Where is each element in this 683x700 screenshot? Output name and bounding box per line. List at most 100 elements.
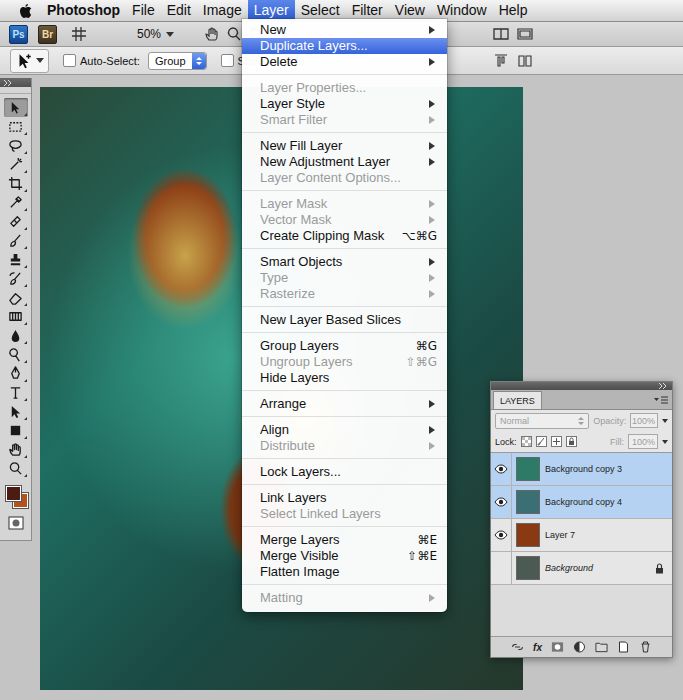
menu-item[interactable]: Merge Layers⌘E [242, 532, 447, 548]
menu-bar-item[interactable]: Layer [248, 0, 295, 21]
view-extras-icon[interactable] [71, 26, 87, 42]
menu-item[interactable]: New [242, 22, 447, 38]
path-select-tool[interactable] [4, 402, 28, 421]
menu-bar-item[interactable]: Photoshop [41, 0, 126, 21]
menu-item[interactable]: New Adjustment Layer [242, 154, 447, 170]
auto-select-target-dropdown[interactable]: Group [148, 52, 207, 70]
link-layers-icon[interactable] [511, 641, 524, 653]
layer-row[interactable]: Layer 7 [491, 519, 672, 552]
type-tool[interactable] [4, 383, 28, 402]
menu-item[interactable]: Delete [242, 54, 447, 70]
marquee-tool[interactable] [4, 117, 28, 136]
new-group-icon[interactable] [595, 641, 608, 653]
menu-item[interactable]: Layer Style [242, 96, 447, 112]
new-layer-icon[interactable] [617, 641, 630, 653]
menu-bar-item[interactable]: Select [295, 0, 346, 21]
lock-transparency-icon[interactable] [521, 436, 532, 447]
menu-item[interactable]: Smart Objects [242, 254, 447, 270]
visibility-toggle[interactable] [491, 552, 512, 584]
menu-item[interactable]: Arrange [242, 396, 447, 412]
menu-item[interactable]: Hide Layers [242, 370, 447, 386]
dodge-tool[interactable] [4, 345, 28, 364]
lock-position-icon[interactable] [551, 436, 562, 447]
visibility-toggle[interactable] [491, 453, 512, 485]
tools-panel-header[interactable] [0, 78, 31, 87]
gradient-tool[interactable] [4, 307, 28, 326]
add-mask-icon[interactable] [551, 641, 564, 653]
hand-tool[interactable] [4, 440, 28, 459]
panel-menu-icon[interactable] [654, 395, 668, 405]
menu-item[interactable]: Flatten Image [242, 564, 447, 580]
photoshop-logo[interactable]: Ps [9, 25, 28, 44]
adjustment-layer-icon[interactable] [573, 641, 586, 653]
lock-pixels-icon[interactable] [536, 436, 547, 447]
menu-item[interactable]: New Fill Layer [242, 138, 447, 154]
visibility-toggle[interactable] [491, 519, 512, 551]
trash-icon[interactable] [639, 641, 652, 653]
zoom-tool[interactable] [4, 459, 28, 478]
blend-mode-dropdown[interactable]: Normal [495, 413, 589, 429]
menu-item[interactable]: Group Layers⌘G [242, 338, 447, 354]
arrange-documents-icon[interactable] [493, 26, 509, 42]
quick-mask-button[interactable] [8, 516, 24, 534]
stamp-tool[interactable] [4, 250, 28, 269]
menu-item[interactable]: Merge Visible⇧⌘E [242, 548, 447, 564]
menu-item[interactable]: Lock Layers... [242, 464, 447, 480]
fill-field[interactable]: 100% [628, 434, 658, 449]
layer-row[interactable]: Background [491, 552, 672, 585]
opacity-field[interactable]: 100% [630, 413, 658, 428]
panel-title-bar[interactable] [491, 382, 672, 390]
history-tool[interactable] [4, 269, 28, 288]
crop-tool[interactable] [4, 174, 28, 193]
checkbox[interactable] [221, 54, 234, 67]
tool-preset-picker[interactable] [10, 49, 49, 73]
layers-tab[interactable]: LAYERS [493, 391, 542, 409]
menu-item[interactable]: Align [242, 422, 447, 438]
pen-tool[interactable] [4, 364, 28, 383]
screen-mode-icon[interactable] [517, 26, 533, 42]
menu-item: Type [242, 270, 447, 286]
menu-bar-item[interactable]: Filter [346, 0, 389, 21]
visibility-toggle[interactable] [491, 486, 512, 518]
eraser-tool[interactable] [4, 288, 28, 307]
collapse-icon[interactable] [658, 383, 668, 389]
dropdown-arrow-icon[interactable] [662, 440, 668, 444]
align-top-icon[interactable] [493, 53, 509, 69]
menu-bar-item[interactable]: Window [431, 0, 493, 21]
path-select-icon [8, 404, 23, 419]
eyedropper-tool[interactable] [4, 193, 28, 212]
heal-tool[interactable] [4, 212, 28, 231]
menu-item[interactable]: Link Layers [242, 490, 447, 506]
menu-bar-item[interactable]: Edit [161, 0, 197, 21]
wand-tool[interactable] [4, 155, 28, 174]
menu-bar-item[interactable]: View [389, 0, 431, 21]
brush-tool[interactable] [4, 231, 28, 250]
color-swatches[interactable] [4, 484, 28, 508]
collapse-icon[interactable] [3, 80, 13, 86]
blur-tool[interactable] [4, 326, 28, 345]
zoom-icon[interactable] [226, 26, 242, 42]
dropdown-arrow-icon[interactable] [662, 419, 668, 423]
auto-select-checkbox[interactable]: Auto-Select: [63, 54, 140, 67]
menu-item[interactable]: New Layer Based Slices [242, 312, 447, 328]
checkbox[interactable] [63, 54, 76, 67]
menu-item[interactable]: Duplicate Layers... [242, 38, 447, 54]
auto-align-icon[interactable] [517, 53, 533, 69]
layer-row[interactable]: Background copy 3 [491, 453, 672, 486]
menu-bar-item[interactable]: File [126, 0, 161, 21]
menu-item[interactable]: Create Clipping Mask⌥⌘G [242, 228, 447, 244]
lock-all-icon[interactable] [566, 436, 577, 447]
foreground-color-swatch[interactable] [6, 486, 21, 501]
layer-row[interactable]: Background copy 4 [491, 486, 672, 519]
menu-bar-item[interactable]: Image [197, 0, 248, 21]
hand-icon[interactable] [204, 26, 220, 42]
layer-style-button[interactable]: fx [533, 642, 542, 653]
move-tool[interactable] [4, 98, 28, 117]
zoom-level-dropdown[interactable]: 50% [133, 26, 178, 42]
apple-icon[interactable] [18, 3, 32, 19]
lasso-tool[interactable] [4, 136, 28, 155]
shape-tool[interactable] [4, 421, 28, 440]
tools-panel-grip[interactable] [0, 87, 31, 94]
menu-bar-item[interactable]: Help [493, 0, 534, 21]
bridge-button[interactable]: Br [38, 25, 57, 44]
